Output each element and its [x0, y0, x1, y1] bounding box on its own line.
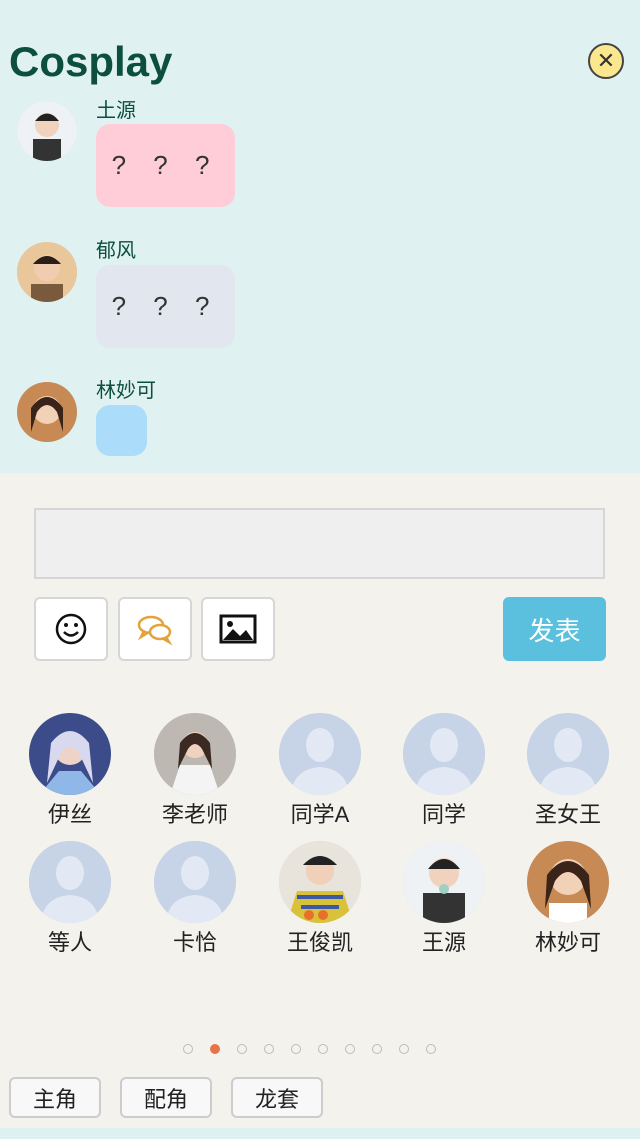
page-dot[interactable]: [237, 1044, 247, 1054]
bottom-strip: [0, 1128, 640, 1139]
member-item[interactable]: 等人: [15, 841, 125, 957]
avatar[interactable]: [17, 101, 77, 161]
member-name: 卡恰: [172, 930, 217, 955]
page-title: Cosplay: [9, 38, 173, 85]
emoji-button[interactable]: [34, 597, 108, 661]
member-item[interactable]: 王俊凯: [265, 841, 375, 957]
avatar-photo: [403, 841, 485, 923]
avatar-photo: [29, 713, 111, 795]
default-avatar-icon: [29, 841, 111, 923]
member-item[interactable]: 圣女王: [513, 713, 623, 829]
sender-name: 郁风: [96, 240, 136, 262]
member-item[interactable]: 同学: [389, 713, 499, 829]
message-bubble[interactable]: ? ? ?: [96, 265, 235, 348]
avatar-photo: [279, 841, 361, 923]
default-avatar-icon: [403, 713, 485, 795]
page-dot[interactable]: [372, 1044, 382, 1054]
message-bubble[interactable]: ? ? ?: [96, 124, 235, 207]
avatar: [527, 841, 609, 923]
close-icon[interactable]: ✕: [588, 43, 624, 79]
member-name: 林妙可: [534, 930, 601, 955]
image-icon: [219, 614, 257, 644]
page-indicator: [183, 1044, 436, 1054]
avatar-photo: [17, 101, 77, 161]
page-dot[interactable]: [291, 1044, 301, 1054]
avatar: [279, 841, 361, 923]
avatar-photo: [154, 713, 236, 795]
member-name: 王俊凯: [286, 930, 353, 955]
message-input[interactable]: [34, 508, 605, 579]
page-dot-active[interactable]: [210, 1044, 220, 1054]
page-dot[interactable]: [318, 1044, 328, 1054]
member-name: 圣女王: [534, 802, 601, 827]
member-name: 等人: [47, 930, 92, 955]
default-avatar-icon: [527, 713, 609, 795]
sender-name: 林妙可: [96, 380, 156, 402]
avatar: [29, 713, 111, 795]
sender-name: 土源: [96, 100, 136, 122]
page-dot[interactable]: [399, 1044, 409, 1054]
quick-reply-button[interactable]: [118, 597, 192, 661]
member-name: 李老师: [161, 802, 228, 827]
page-dot[interactable]: [264, 1044, 274, 1054]
image-button[interactable]: [201, 597, 275, 661]
member-item[interactable]: 李老师: [140, 713, 250, 829]
avatar: [154, 713, 236, 795]
message-bubble[interactable]: [96, 405, 147, 456]
avatar-photo: [527, 841, 609, 923]
avatar-photo: [17, 382, 77, 442]
page-dot[interactable]: [345, 1044, 355, 1054]
avatar: [403, 841, 485, 923]
avatar[interactable]: [17, 382, 77, 442]
send-button[interactable]: 发表: [503, 597, 606, 661]
member-item[interactable]: 同学A: [265, 713, 375, 829]
avatar-photo: [17, 242, 77, 302]
member-name: 伊丝: [47, 802, 92, 827]
page-dot[interactable]: [426, 1044, 436, 1054]
smiley-icon: [55, 613, 87, 645]
avatar[interactable]: [17, 242, 77, 302]
page-dot[interactable]: [183, 1044, 193, 1054]
member-item[interactable]: 王源: [389, 841, 499, 957]
role-extra-button[interactable]: 龙套: [231, 1077, 323, 1118]
role-lead-button[interactable]: 主角: [9, 1077, 101, 1118]
default-avatar-icon: [154, 841, 236, 923]
role-supporting-button[interactable]: 配角: [120, 1077, 212, 1118]
member-name: 同学A: [290, 802, 350, 827]
member-item[interactable]: 伊丝: [15, 713, 125, 829]
member-name: 王源: [421, 930, 466, 955]
default-avatar-icon: [279, 713, 361, 795]
member-item[interactable]: 林妙可: [513, 841, 623, 957]
member-item[interactable]: 卡恰: [140, 841, 250, 957]
member-name: 同学: [421, 802, 466, 827]
chat-bubbles-icon: [137, 615, 173, 646]
chat-area: Cosplay ✕ 土源 ? ? ? 郁风 ? ? ? 林妙可: [0, 0, 640, 473]
